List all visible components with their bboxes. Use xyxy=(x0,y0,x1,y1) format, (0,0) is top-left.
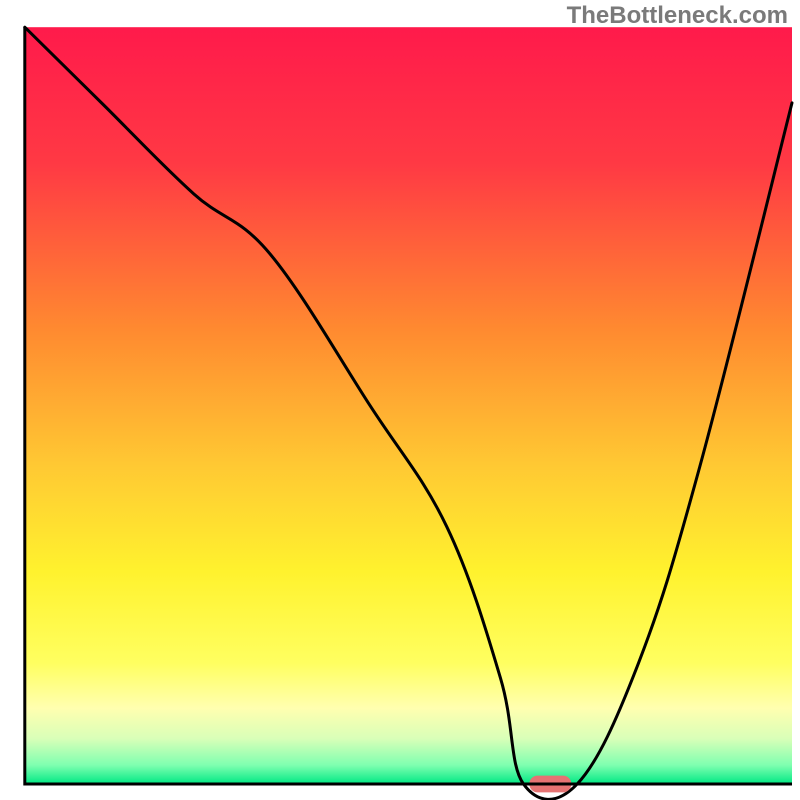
chart-container: TheBottleneck.com xyxy=(0,0,800,800)
watermark-text: TheBottleneck.com xyxy=(567,2,788,30)
bottleneck-chart xyxy=(0,0,800,800)
